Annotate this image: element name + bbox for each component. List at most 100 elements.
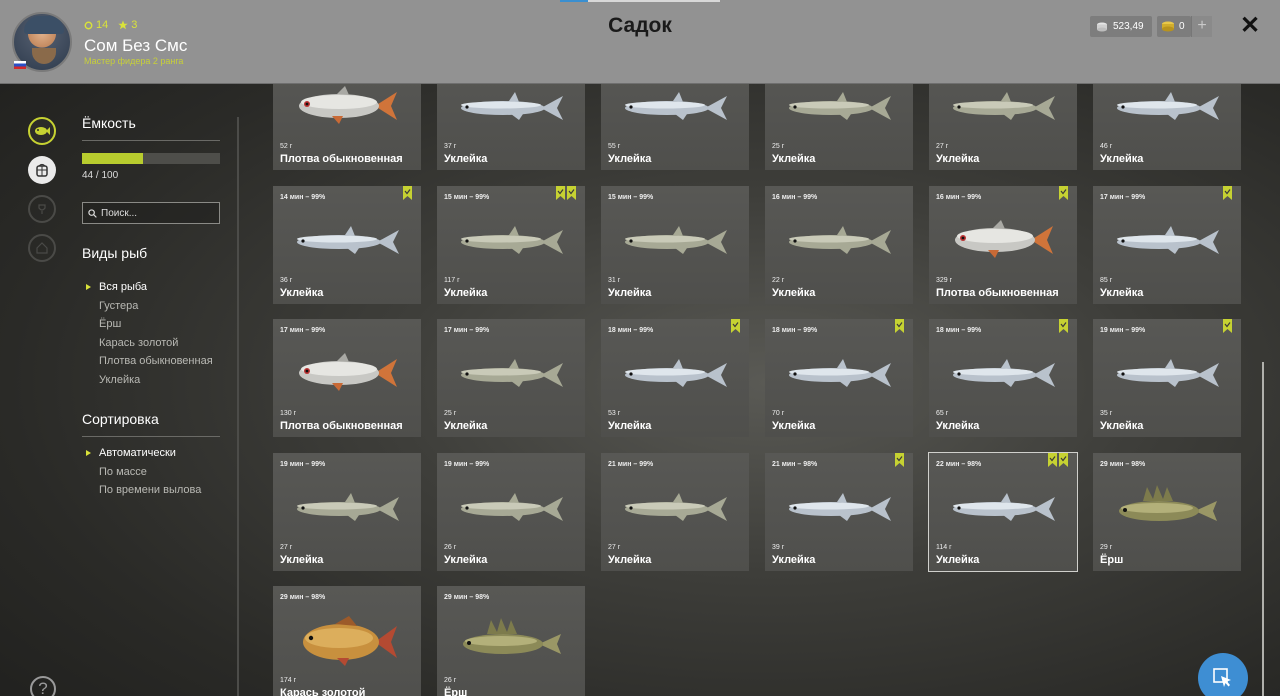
card-badges [556,185,576,200]
disabled-tab-1[interactable] [28,195,56,223]
fish-card[interactable]: 16 мин – 99% 329 г Плотва обыкновенная [929,185,1077,304]
species-filter-item[interactable]: Уклейка [99,371,213,390]
top-bar: 14 3 Сом Без Смс Мастер фидера 2 ранга С… [0,0,1280,84]
left-nav [0,84,84,696]
fish-card[interactable]: 19 мин – 99% 27 г Уклейка [273,452,421,571]
bleak2-fish-image [297,492,399,521]
catch-time: 18 мин – 99% [772,327,818,334]
card-badges [895,452,904,467]
fish-card[interactable]: 19 мин – 99% 35 г Уклейка [1093,319,1241,437]
capacity-title: Ёмкость [82,115,136,131]
fish-card[interactable]: 37 г Уклейка [437,84,585,170]
catch-time: 14 мин – 99% [280,193,326,201]
gold-value: 0 [1179,21,1185,32]
fish-weight: 85 г [1100,276,1113,284]
catch-time: 16 мин – 99% [772,193,818,201]
fish-weight: 39 г [772,543,785,551]
bookmark-icon [1059,319,1068,333]
catch-time: 15 мин – 99% [444,193,490,201]
fish-card[interactable]: 29 мин – 98% 29 г Ёрш [1093,452,1241,571]
close-button[interactable]: ✕ [1240,12,1260,40]
money-counter: 523,49 [1090,16,1152,37]
sort-option-item[interactable]: По массе [99,463,201,482]
fish-card[interactable]: 21 мин – 98% 39 г Уклейка [765,452,913,571]
bookmark-icon [895,452,904,467]
fish-card[interactable]: 29 мин – 98% 174 г Карась золотой [273,586,421,696]
fish-card[interactable]: 52 г Плотва обыкновенная [273,84,421,170]
fish-card[interactable]: 19 мин – 99% 26 г Уклейка [437,452,585,571]
fish-card[interactable]: 27 г Уклейка [929,84,1077,170]
fish-card[interactable]: 22 мин – 98% 114 г Уклейка [928,451,1078,572]
bleak2-fish-image [625,225,727,254]
species-filter-item[interactable]: Ёрш [99,315,213,334]
fish-name: Ёрш [1100,553,1124,566]
keepnet-fish-tab[interactable] [28,117,56,145]
card-badges [1059,319,1068,333]
fish-name: Уклейка [280,553,324,566]
card-badges [403,185,412,200]
card-badges [895,319,904,333]
fish-name: Плотва обыкновенная [280,153,403,165]
fish-weight: 70 г [772,410,785,417]
fish-card[interactable]: 15 мин – 99% 117 г Уклейка [437,185,585,304]
keepnet-bag-tab[interactable] [28,156,56,184]
species-filter-item[interactable]: Густера [99,297,213,316]
card-badges [1223,185,1232,200]
sort-option-item[interactable]: Автоматически [85,444,201,463]
catch-time: 19 мин – 99% [280,460,326,468]
search-input[interactable]: Поиск... [82,202,220,224]
fish-name: Уклейка [608,420,652,432]
catch-time: 16 мин – 99% [936,193,982,201]
catch-time: 19 мин – 99% [444,460,490,468]
keepnet-icon [36,163,48,177]
bookmark-icon [1059,452,1068,467]
fish-card[interactable]: 16 мин – 99% 22 г Уклейка [765,185,913,304]
fish-name: Уклейка [444,420,488,432]
fish-name: Ёрш [444,687,468,696]
bleak-fish-image [789,359,891,387]
fish-card[interactable]: 55 г Уклейка [601,84,749,170]
fish-card[interactable]: 18 мин – 99% 70 г Уклейка [765,319,913,437]
money-value: 523,49 [1113,21,1144,32]
sort-option-item[interactable]: По времени вылова [99,481,201,500]
catch-time: 21 мин – 99% [608,460,654,468]
add-gold-button[interactable]: + [1191,16,1212,37]
fish-card[interactable]: 17 мин – 99% 130 г Плотва обыкновенная [273,319,421,437]
fish-card[interactable]: 29 мин – 98% 26 г Ёрш [437,586,585,696]
fish-card[interactable]: 17 мин – 99% 25 г Уклейка [437,319,585,437]
player-rank: Мастер фидера 2 ранга [84,56,184,66]
catch-time: 17 мин – 99% [280,327,326,334]
catch-time: 19 мин – 99% [1100,327,1146,334]
fish-name: Уклейка [1100,153,1144,165]
fish-card[interactable]: 15 мин – 99% 31 г Уклейка [601,185,749,304]
catch-time: 18 мин – 99% [936,327,982,334]
search-icon [88,208,97,218]
bookmark-icon [1048,452,1057,467]
scrollbar[interactable] [1262,362,1264,696]
fish-card[interactable]: 25 г Уклейка [765,84,913,170]
help-button[interactable]: ? [30,676,56,696]
fish-card[interactable]: 18 мин – 99% 65 г Уклейка [929,319,1077,437]
fish-weight: 114 г [936,543,952,551]
fish-card[interactable]: 17 мин – 99% 85 г Уклейка [1093,185,1241,304]
fish-icon [35,127,50,135]
fish-weight: 25 г [772,143,785,150]
disabled-tab-2[interactable] [28,234,56,262]
bleak2-fish-image [625,492,727,521]
bleak-fish-image [953,492,1055,521]
species-filter-item[interactable]: Плотва обыкновенная [99,352,213,371]
fish-card[interactable]: 14 мин – 99% 36 г Уклейка [273,185,421,304]
catch-time: 22 мин – 98% [936,460,982,468]
tab-indicator [560,0,720,2]
fish-name: Уклейка [608,153,652,165]
select-mode-button[interactable] [1198,653,1248,696]
bleak-fish-image [625,92,727,120]
species-filter-item[interactable]: Вся рыба [86,278,213,297]
bleak-fish-image [1117,92,1219,120]
fish-card[interactable]: 18 мин – 99% 53 г Уклейка [601,319,749,437]
ruffe-fish-image [463,618,561,654]
search-placeholder: Поиск... [101,207,138,219]
fish-card[interactable]: 46 г Уклейка [1093,84,1241,170]
fish-card[interactable]: 21 мин – 99% 27 г Уклейка [601,452,749,571]
species-filter-item[interactable]: Карась золотой [99,334,213,353]
